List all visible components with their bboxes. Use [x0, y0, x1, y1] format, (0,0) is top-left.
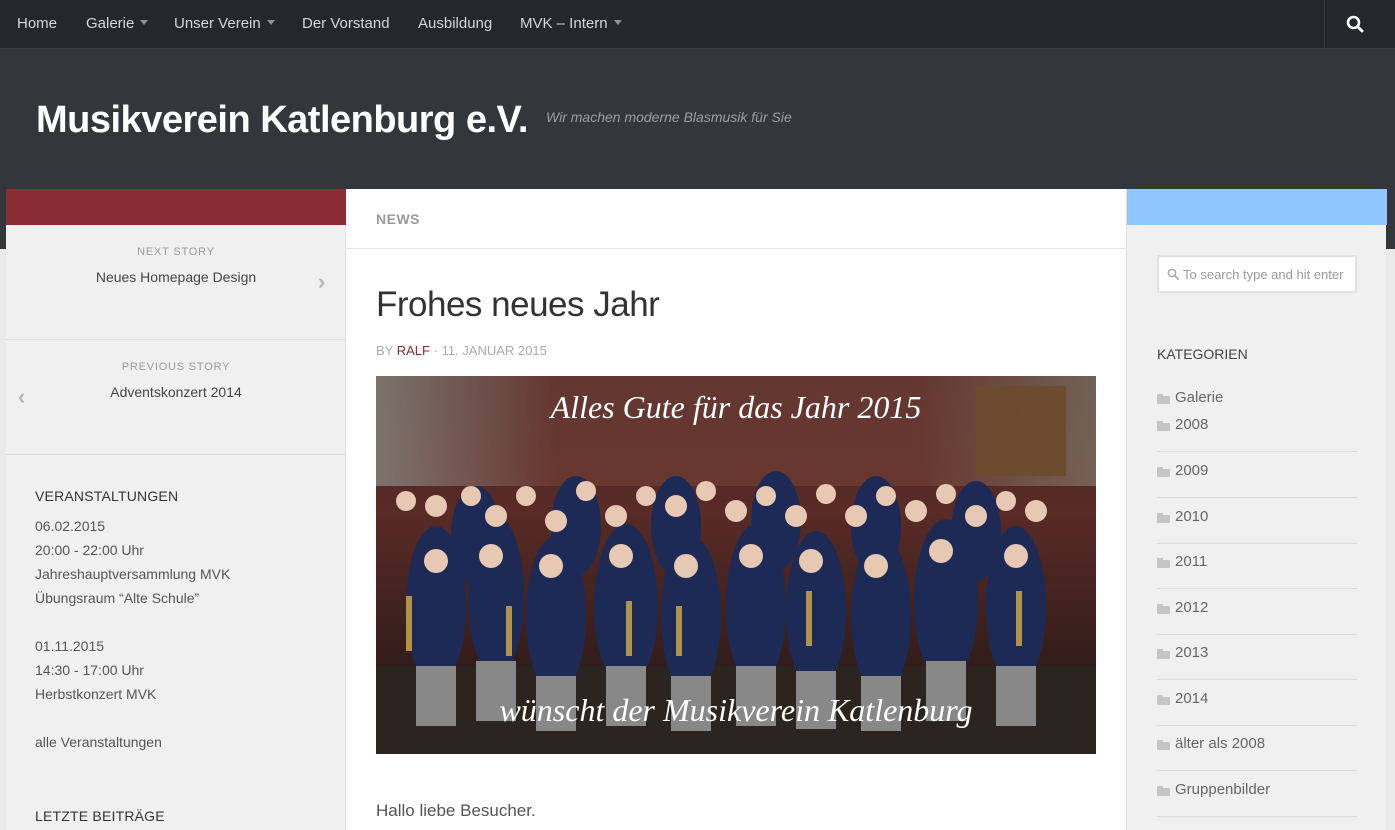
recent-posts-heading: LETZTE BEITRÄGE	[35, 808, 165, 824]
post-meta-by: BY	[376, 343, 394, 358]
event-time: 14:30 - 17:00 Uhr	[35, 662, 144, 678]
folder-icon	[1157, 467, 1171, 477]
folder-icon	[1157, 394, 1171, 404]
nav-galerie[interactable]: Galerie	[86, 0, 149, 48]
category-item[interactable]: 2012	[1157, 590, 1357, 635]
events-heading: VERANSTALTUNGEN	[35, 488, 179, 504]
band-group-photo: Alles Gute für das Jahr 2015 wünscht der…	[376, 376, 1096, 754]
folder-icon	[1157, 740, 1171, 750]
sidebar-search	[1157, 255, 1357, 293]
site-tagline: Wir machen moderne Blasmusik für Sie	[546, 109, 792, 125]
event-date: 06.02.2015	[35, 518, 106, 534]
nav-ausbildung-label: Ausbildung	[418, 15, 493, 32]
category-item[interactable]: 2009	[1157, 453, 1357, 498]
previous-story[interactable]: PREVIOUS STORY Adventskonzert 2014 ‹	[6, 340, 346, 455]
folder-icon	[1157, 649, 1171, 659]
next-story-title[interactable]: Neues Homepage Design	[6, 269, 346, 285]
caret-down-icon	[266, 20, 275, 25]
nav-unser-verein[interactable]: Unser Verein	[174, 0, 275, 48]
event-date: 01.11.2015	[35, 638, 105, 654]
event-title[interactable]: Herbstkonzert MVK	[35, 686, 156, 702]
sidebar-search-input[interactable]	[1183, 265, 1351, 283]
caret-down-icon	[140, 20, 149, 25]
nav-mvk-intern[interactable]: MVK – Intern	[520, 0, 622, 48]
category-label: 2008	[1175, 416, 1209, 433]
next-story-label: NEXT STORY	[137, 246, 215, 258]
folder-icon	[1157, 786, 1171, 796]
previous-story-label: PREVIOUS STORY	[121, 361, 231, 373]
nav-home[interactable]: Home	[17, 0, 57, 48]
category-item[interactable]: Gruppenbilder	[1157, 772, 1357, 817]
category-label: älter als 2008	[1175, 735, 1266, 752]
post-body-intro: Hallo liebe Besucher.	[376, 801, 536, 820]
chevron-right-icon: ›	[318, 269, 326, 294]
post-date: 11. JANUAR 2015	[441, 343, 547, 358]
categories-heading: KATEGORIEN	[1157, 346, 1248, 362]
site-title[interactable]: Musikverein Katlenburg e.V.	[36, 99, 528, 142]
nav-search-button[interactable]	[1324, 0, 1395, 48]
post-meta: BY RALF · 11. JANUAR 2015	[376, 343, 547, 358]
right-accent-bar	[1127, 189, 1387, 225]
folder-icon	[1157, 513, 1171, 523]
category-label: 2009	[1175, 462, 1209, 479]
search-icon	[1167, 268, 1179, 280]
category-item[interactable]: älter als 2008	[1157, 726, 1357, 771]
top-navigation: Home Galerie Unser Verein Der Vorstand A…	[0, 0, 1395, 49]
nav-der-vorstand-label: Der Vorstand	[302, 15, 390, 32]
category-item[interactable]: 2008	[1157, 412, 1357, 452]
folder-icon	[1157, 558, 1171, 568]
nav-mvk-intern-label: MVK – Intern	[520, 15, 608, 32]
post-title: Frohes neues Jahr	[376, 285, 660, 324]
folder-icon	[1157, 695, 1171, 705]
category-item[interactable]: 2010	[1157, 499, 1357, 544]
category-item[interactable]: Galerie	[1157, 385, 1357, 412]
category-item[interactable]: 2013	[1157, 635, 1357, 680]
previous-story-title[interactable]: Adventskonzert 2014	[6, 384, 346, 400]
all-events-link[interactable]: alle Veranstaltungen	[35, 734, 162, 750]
page-background	[1386, 249, 1395, 830]
next-story[interactable]: NEXT STORY Neues Homepage Design ›	[6, 225, 346, 340]
category-label: Galerie	[1175, 389, 1224, 406]
section-bar: NEWS	[346, 189, 1126, 249]
category-item[interactable]: 2011	[1157, 544, 1357, 589]
left-accent-bar	[6, 189, 346, 225]
nav-der-vorstand[interactable]: Der Vorstand	[302, 0, 390, 48]
event-location: Übungsraum “Alte Schule”	[35, 590, 200, 606]
image-caption-bottom: wünscht der Musikverein Katlenburg	[499, 692, 972, 728]
left-sidebar: NEXT STORY Neues Homepage Design › PREVI…	[6, 189, 346, 830]
search-icon	[1346, 15, 1364, 33]
image-caption-top: Alles Gute für das Jahr 2015	[549, 389, 922, 425]
nav-home-label: Home	[17, 15, 58, 32]
category-item[interactable]: 2014	[1157, 681, 1357, 726]
post-featured-image: Alles Gute für das Jahr 2015 wünscht der…	[376, 376, 1096, 754]
nav-galerie-label: Galerie	[86, 15, 135, 32]
category-label: 2011	[1175, 553, 1208, 570]
category-label: 2012	[1175, 599, 1209, 616]
folder-icon	[1157, 604, 1171, 614]
event-time: 20:00 - 22:00 Uhr	[35, 542, 144, 558]
nav-ausbildung[interactable]: Ausbildung	[418, 0, 492, 48]
section-title: NEWS	[376, 211, 420, 227]
category-label: 2010	[1175, 508, 1209, 525]
caret-down-icon	[613, 20, 622, 25]
post-meta-separator: ·	[433, 343, 438, 358]
category-label: 2014	[1175, 690, 1209, 707]
chevron-left-icon: ‹	[18, 384, 26, 409]
nav-unser-verein-label: Unser Verein	[174, 15, 261, 32]
event-title[interactable]: Jahreshauptversammlung MVK	[35, 566, 230, 582]
right-sidebar: KATEGORIEN Galerie 2008 2009 2010 2011 2…	[1126, 189, 1387, 830]
category-label: 2013	[1175, 644, 1209, 661]
folder-icon	[1157, 421, 1171, 431]
category-label: Gruppenbilder	[1175, 781, 1271, 798]
main-content: NEWS Frohes neues Jahr BY RALF · 11. JAN…	[346, 189, 1126, 830]
post-author-link[interactable]: RALF	[397, 343, 430, 358]
